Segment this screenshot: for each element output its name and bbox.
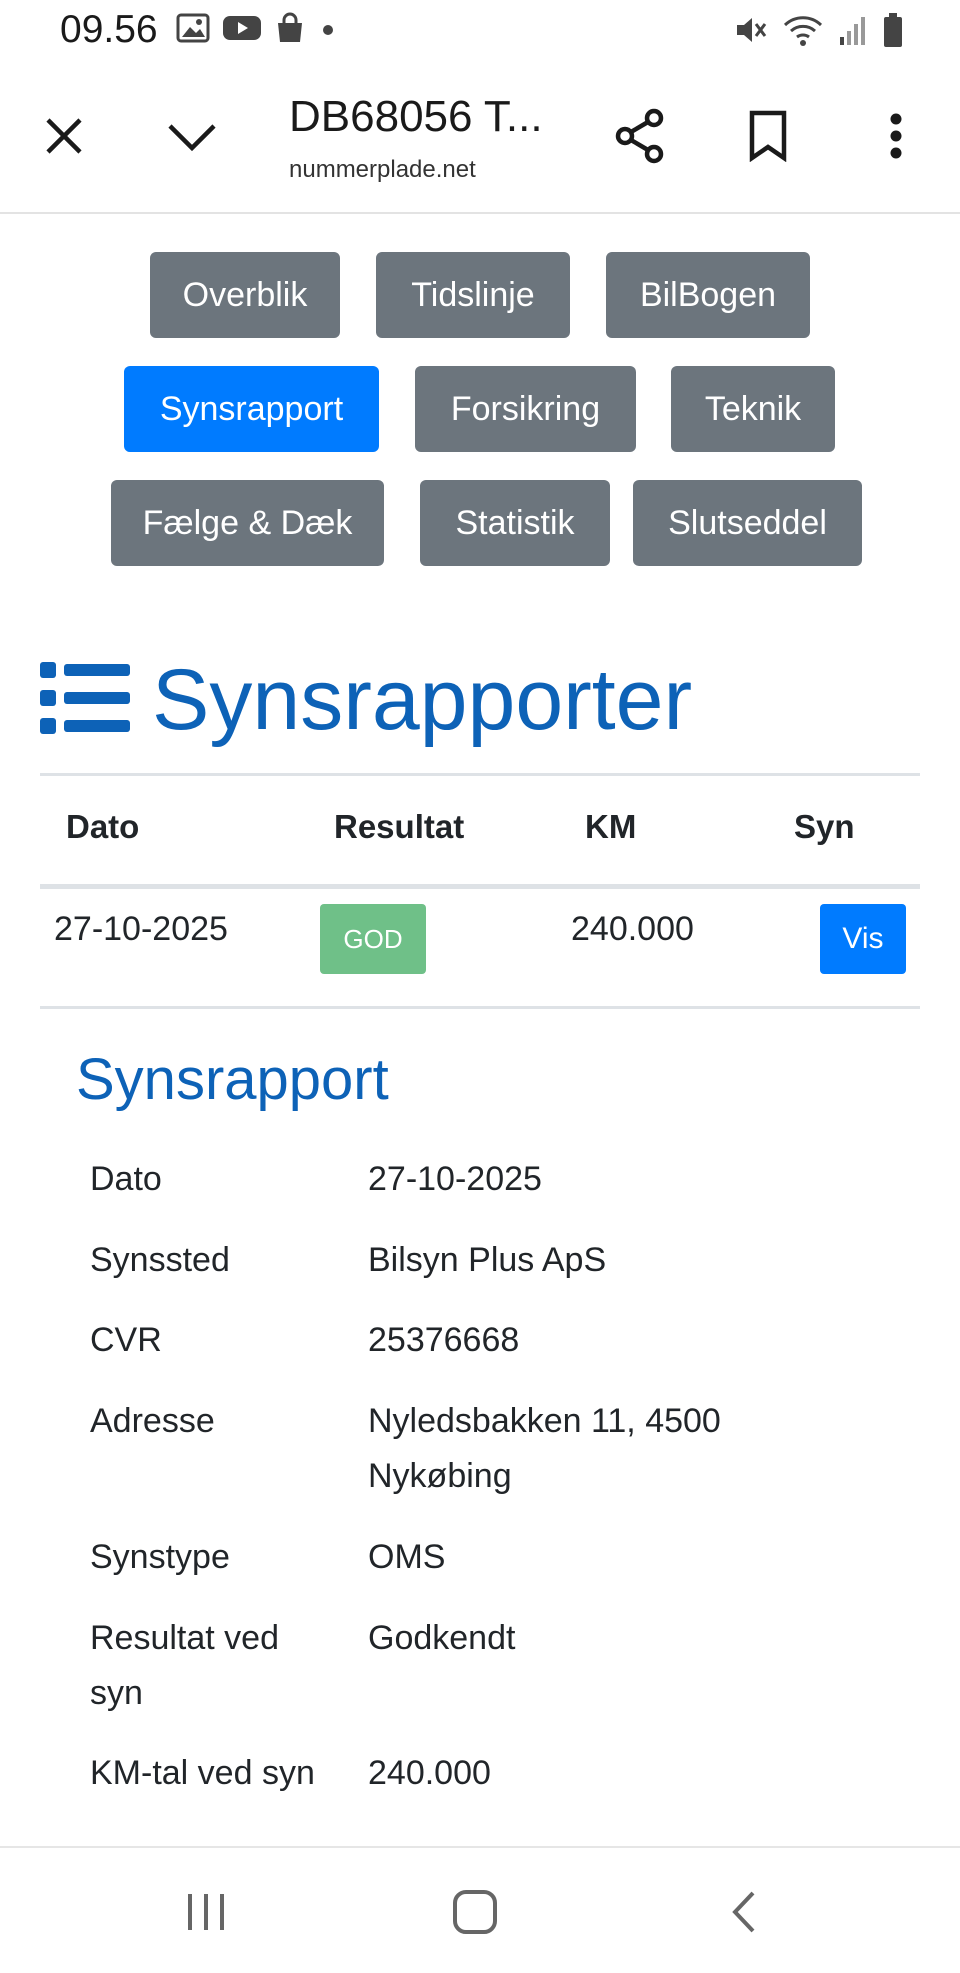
home-icon[interactable] bbox=[445, 1882, 505, 1942]
nav-button-faelge-daek[interactable]: Fælge & Dæk bbox=[111, 480, 384, 566]
result-badge: GOD bbox=[320, 904, 426, 974]
more-vert-icon[interactable] bbox=[866, 106, 926, 166]
shopping-bag-icon bbox=[274, 12, 306, 49]
share-icon[interactable] bbox=[610, 106, 670, 166]
nav-button-synsrapport[interactable]: Synsrapport bbox=[124, 366, 379, 452]
detail-value-km: 240.000 bbox=[368, 1754, 491, 1792]
bookmark-icon[interactable] bbox=[738, 106, 798, 166]
page-title[interactable]: DB68056 T... bbox=[289, 92, 543, 142]
status-bar: 09.56 bbox=[0, 0, 960, 70]
detail-label-synstype: Synstype bbox=[90, 1538, 230, 1576]
table-header-resultat: Resultat bbox=[334, 808, 465, 845]
heading-text: Synsrapporter bbox=[152, 652, 693, 748]
detail-value-synssted: Bilsyn Plus ApS bbox=[368, 1241, 607, 1279]
detail-label-dato: Dato bbox=[90, 1160, 162, 1198]
detail-heading: Synsrapport bbox=[76, 1047, 389, 1112]
list-icon bbox=[40, 660, 130, 741]
nav-button-bilbogen[interactable]: BilBogen bbox=[606, 252, 810, 338]
row-dato: 27-10-2025 bbox=[54, 910, 228, 948]
detail-label-cvr: CVR bbox=[90, 1321, 162, 1359]
table-header-dato: Dato bbox=[66, 808, 140, 845]
status-time: 09.56 bbox=[60, 8, 158, 51]
vis-button[interactable]: Vis bbox=[820, 904, 906, 974]
detail-value-resultat: Godkendt bbox=[368, 1619, 516, 1657]
detail-value-adresse: Nyledsbakken 11, 4500 Nykøbing bbox=[368, 1402, 721, 1495]
dot-icon bbox=[318, 13, 338, 48]
status-system-icons bbox=[734, 12, 904, 53]
chevron-down-icon[interactable] bbox=[162, 106, 222, 166]
status-notification-icons bbox=[176, 12, 338, 49]
table-header-syn: Syn bbox=[794, 808, 855, 845]
nav-button-forsikring[interactable]: Forsikring bbox=[415, 366, 636, 452]
page-domain[interactable]: nummerplade.net bbox=[289, 156, 476, 184]
table-header-km: KM bbox=[585, 808, 637, 845]
close-icon[interactable] bbox=[34, 106, 94, 166]
row-km: 240.000 bbox=[571, 910, 694, 948]
recent-apps-icon[interactable] bbox=[176, 1882, 236, 1942]
detail-value-dato: 27-10-2025 bbox=[368, 1160, 542, 1198]
nav-button-overblik[interactable]: Overblik bbox=[150, 252, 340, 338]
detail-value-cvr: 25376668 bbox=[368, 1321, 520, 1359]
youtube-icon bbox=[222, 13, 262, 48]
detail-label-km: KM-tal ved syn bbox=[90, 1754, 315, 1792]
table-bottom-border bbox=[40, 1006, 920, 1009]
browser-toolbar: DB68056 T... nummerplade.net bbox=[0, 70, 960, 214]
detail-label-adresse: Adresse bbox=[90, 1402, 215, 1440]
nav-button-tidslinje[interactable]: Tidslinje bbox=[376, 252, 570, 338]
wifi-icon bbox=[782, 13, 824, 52]
battery-icon bbox=[882, 12, 904, 53]
detail-label-resultat: Resultat ved syn bbox=[90, 1619, 279, 1712]
nav-button-slutseddel[interactable]: Slutseddel bbox=[633, 480, 862, 566]
image-icon bbox=[176, 13, 210, 48]
back-icon[interactable] bbox=[714, 1882, 774, 1942]
nav-button-teknik[interactable]: Teknik bbox=[671, 366, 835, 452]
detail-label-synssted: Synssted bbox=[90, 1241, 230, 1279]
page-heading: Synsrapporter bbox=[40, 645, 692, 755]
nav-button-statistik[interactable]: Statistik bbox=[420, 480, 610, 566]
system-nav-bar bbox=[0, 1846, 960, 1973]
signal-icon bbox=[838, 13, 868, 52]
detail-value-synstype: OMS bbox=[368, 1538, 446, 1576]
table-top-border bbox=[40, 773, 920, 776]
mute-icon bbox=[734, 13, 768, 52]
table-header-divider bbox=[40, 884, 920, 889]
